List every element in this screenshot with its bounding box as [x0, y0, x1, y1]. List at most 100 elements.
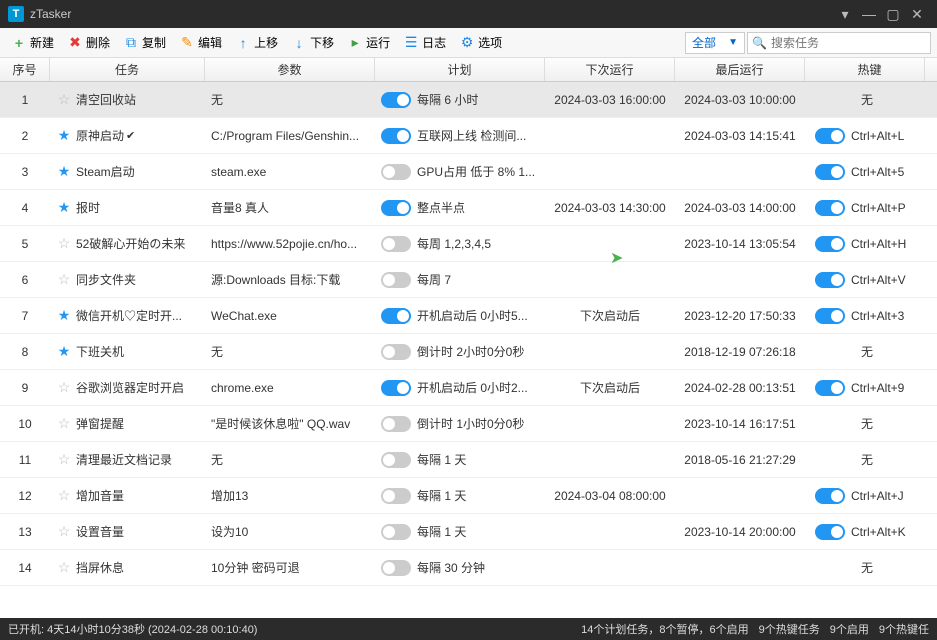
- col-next[interactable]: 下次运行: [545, 58, 675, 81]
- window-title: zTasker: [30, 7, 833, 21]
- cell-task: ☆同步文件夹: [50, 271, 205, 288]
- col-hotkey[interactable]: 热键: [805, 58, 925, 81]
- run-button[interactable]: ▸运行: [342, 31, 396, 55]
- star-icon[interactable]: ☆: [56, 416, 72, 432]
- dropdown-icon[interactable]: ▾: [833, 4, 857, 24]
- hotkey-toggle[interactable]: [815, 308, 845, 324]
- star-icon[interactable]: ☆: [56, 92, 72, 108]
- schedule-toggle[interactable]: [381, 92, 411, 108]
- log-button[interactable]: ☰日志: [398, 31, 452, 55]
- table-row[interactable]: 5☆52破解心开始の未来https://www.52pojie.cn/ho...…: [0, 226, 937, 262]
- schedule-text: 每隔 1 天: [417, 451, 466, 468]
- hotkey-toggle[interactable]: [815, 236, 845, 252]
- star-icon[interactable]: ☆: [56, 380, 72, 396]
- table-row[interactable]: 9☆谷歌浏览器定时开启chrome.exe开机启动后 0小时2...下次启动后2…: [0, 370, 937, 406]
- options-button[interactable]: ⚙选项: [454, 31, 508, 55]
- schedule-toggle[interactable]: [381, 560, 411, 576]
- cell-task: ★微信开机♡定时开...: [50, 307, 205, 324]
- star-icon[interactable]: ☆: [56, 452, 72, 468]
- col-index[interactable]: 序号: [0, 58, 50, 81]
- table-row[interactable]: 13☆设置音量设为10每隔 1 天2023-10-14 20:00:00Ctrl…: [0, 514, 937, 550]
- table-row[interactable]: 12☆增加音量增加13每隔 1 天2024-03-04 08:00:00Ctrl…: [0, 478, 937, 514]
- cell-task: ☆清空回收站: [50, 91, 205, 108]
- moveup-button[interactable]: ↑上移: [230, 31, 284, 55]
- task-table: 序号 任务 参数 计划 下次运行 最后运行 热键 1☆清空回收站无每隔 6 小时…: [0, 58, 937, 618]
- table-row[interactable]: 1☆清空回收站无每隔 6 小时2024-03-03 16:00:002024-0…: [0, 82, 937, 118]
- schedule-toggle[interactable]: [381, 308, 411, 324]
- star-icon[interactable]: ☆: [56, 524, 72, 540]
- hotkey-toggle[interactable]: [815, 164, 845, 180]
- cell-schedule: 开机启动后 0小时2...: [375, 379, 545, 396]
- table-row[interactable]: 10☆弹窗提醒"是时候该休息啦" QQ.wav倒计时 1小时0分0秒2023-1…: [0, 406, 937, 442]
- task-name: 增加音量: [76, 487, 124, 504]
- star-icon[interactable]: ★: [56, 344, 72, 360]
- schedule-text: 每隔 30 分钟: [417, 559, 485, 576]
- maximize-button[interactable]: ▢: [881, 4, 905, 24]
- hotkey-text: Ctrl+Alt+L: [851, 129, 904, 143]
- cell-schedule: 开机启动后 0小时5...: [375, 307, 545, 324]
- close-button[interactable]: ✕: [905, 4, 929, 24]
- col-param[interactable]: 参数: [205, 58, 375, 81]
- edit-button[interactable]: ✎编辑: [174, 31, 228, 55]
- schedule-toggle[interactable]: [381, 380, 411, 396]
- task-name: 弹窗提醒: [76, 415, 124, 432]
- search-box[interactable]: 🔍: [747, 32, 931, 54]
- cell-schedule: GPU占用 低于 8% 1...: [375, 163, 545, 180]
- task-name: 微信开机♡定时开...: [76, 307, 182, 324]
- col-schedule[interactable]: 计划: [375, 58, 545, 81]
- filter-dropdown[interactable]: 全部▼: [685, 32, 745, 54]
- schedule-toggle[interactable]: [381, 200, 411, 216]
- schedule-toggle[interactable]: [381, 452, 411, 468]
- schedule-toggle[interactable]: [381, 128, 411, 144]
- hotkey-toggle[interactable]: [815, 200, 845, 216]
- status-hotkey: 9个热键任: [879, 621, 929, 637]
- table-row[interactable]: 2★原神启动✔C:/Program Files/Genshin...互联网上线 …: [0, 118, 937, 154]
- table-row[interactable]: 7★微信开机♡定时开...WeChat.exe开机启动后 0小时5...下次启动…: [0, 298, 937, 334]
- cell-index: 11: [0, 453, 50, 467]
- table-row[interactable]: 3★Steam启动steam.exeGPU占用 低于 8% 1...Ctrl+A…: [0, 154, 937, 190]
- schedule-toggle[interactable]: [381, 344, 411, 360]
- star-icon[interactable]: ☆: [56, 272, 72, 288]
- schedule-toggle[interactable]: [381, 488, 411, 504]
- table-row[interactable]: 4★报时音量8 真人整点半点2024-03-03 14:30:002024-03…: [0, 190, 937, 226]
- delete-icon: ✖: [68, 36, 82, 50]
- cell-hotkey: Ctrl+Alt+P: [805, 200, 925, 216]
- copy-button[interactable]: ⧉复制: [118, 31, 172, 55]
- schedule-toggle[interactable]: [381, 416, 411, 432]
- hotkey-text: Ctrl+Alt+J: [851, 489, 904, 503]
- star-icon[interactable]: ☆: [56, 488, 72, 504]
- table-row[interactable]: 6☆同步文件夹源:Downloads 目标:下载每周 7Ctrl+Alt+V: [0, 262, 937, 298]
- schedule-text: 每隔 1 天: [417, 523, 466, 540]
- hotkey-toggle[interactable]: [815, 272, 845, 288]
- delete-button[interactable]: ✖删除: [62, 31, 116, 55]
- hotkey-text: 无: [861, 559, 873, 576]
- cell-param: steam.exe: [205, 165, 375, 179]
- table-row[interactable]: 11☆清理最近文档记录无每隔 1 天2018-05-16 21:27:29无: [0, 442, 937, 478]
- schedule-toggle[interactable]: [381, 164, 411, 180]
- schedule-toggle[interactable]: [381, 236, 411, 252]
- star-icon[interactable]: ☆: [56, 236, 72, 252]
- hotkey-toggle[interactable]: [815, 524, 845, 540]
- star-icon[interactable]: ★: [56, 128, 72, 144]
- hotkey-toggle[interactable]: [815, 380, 845, 396]
- search-input[interactable]: [771, 36, 926, 50]
- col-task[interactable]: 任务: [50, 58, 205, 81]
- star-icon[interactable]: ★: [56, 308, 72, 324]
- new-button[interactable]: +新建: [6, 31, 60, 55]
- col-last[interactable]: 最后运行: [675, 58, 805, 81]
- table-row[interactable]: 8★下班关机无倒计时 2小时0分0秒2018-12-19 07:26:18无: [0, 334, 937, 370]
- schedule-text: 整点半点: [417, 199, 465, 216]
- movedown-button[interactable]: ↓下移: [286, 31, 340, 55]
- schedule-toggle[interactable]: [381, 524, 411, 540]
- table-row[interactable]: 14☆挡屏休息10分钟 密码可退每隔 30 分钟无: [0, 550, 937, 586]
- star-icon[interactable]: ★: [56, 200, 72, 216]
- hotkey-text: 无: [861, 451, 873, 468]
- minimize-button[interactable]: —: [857, 4, 881, 24]
- star-icon[interactable]: ☆: [56, 560, 72, 576]
- star-icon[interactable]: ★: [56, 164, 72, 180]
- hotkey-toggle[interactable]: [815, 128, 845, 144]
- cell-hotkey: Ctrl+Alt+J: [805, 488, 925, 504]
- hotkey-toggle[interactable]: [815, 488, 845, 504]
- list-icon: ☰: [404, 36, 418, 50]
- schedule-toggle[interactable]: [381, 272, 411, 288]
